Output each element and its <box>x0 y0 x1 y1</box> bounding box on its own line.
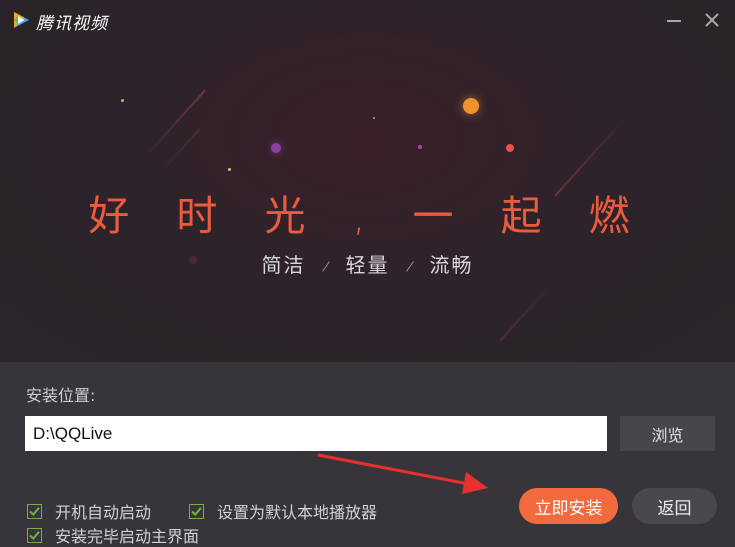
browse-button[interactable]: 浏览 <box>620 416 715 451</box>
title-bar[interactable]: 腾讯视频 <box>0 0 735 40</box>
tagline-separator <box>321 261 330 272</box>
back-button[interactable]: 返回 <box>632 488 717 524</box>
tagline-separator <box>405 261 414 272</box>
checkmark-icon <box>191 506 202 516</box>
decor-dot <box>271 143 281 153</box>
minimize-button[interactable] <box>664 10 684 30</box>
option-autostart[interactable]: 开机自动启动 <box>27 499 151 523</box>
install-location-label: 安装位置: <box>26 386 96 405</box>
launch-after-install-label: 安装完毕启动主界面 <box>55 527 200 546</box>
slogan-text: 好 时 光 , 一 起 燃 <box>88 192 647 240</box>
feature-simple: 简洁 <box>261 253 306 277</box>
checkmark-icon <box>29 530 40 540</box>
option-launch-after-install[interactable]: 安装完毕启动主界面 <box>27 523 199 547</box>
autostart-label: 开机自动启动 <box>55 503 152 522</box>
close-icon <box>705 13 719 27</box>
launch-after-install-checkbox[interactable] <box>27 527 42 543</box>
minimize-icon <box>667 20 681 22</box>
feature-smooth: 流畅 <box>429 253 474 277</box>
checkmark-icon <box>29 506 40 516</box>
decor-dot <box>121 99 124 102</box>
install-path-input[interactable] <box>25 416 607 451</box>
option-default-player[interactable]: 设置为默认本地播放器 <box>189 499 377 523</box>
tencent-video-logo-icon <box>14 12 29 28</box>
decor-dot <box>228 168 231 171</box>
default-player-checkbox[interactable] <box>189 503 204 519</box>
autostart-checkbox[interactable] <box>27 503 42 519</box>
hero-banner: 好 时 光 , 一 起 燃 简洁 轻量 流畅 <box>0 0 735 362</box>
install-now-button[interactable]: 立即安装 <box>519 488 618 524</box>
decor-streak <box>144 89 206 158</box>
decor-dot <box>463 98 479 114</box>
decor-dot <box>373 117 375 119</box>
default-player-label: 设置为默认本地播放器 <box>217 503 378 522</box>
feature-tagline: 简洁 轻量 流畅 <box>0 249 735 278</box>
installer-window: 好 时 光 , 一 起 燃 简洁 轻量 流畅 腾讯视频 安装位置: 浏览 开机自动启… <box>0 0 735 547</box>
app-title: 腾讯视频 <box>36 14 108 34</box>
decor-dot <box>418 145 422 149</box>
decor-dot <box>506 144 514 152</box>
close-button[interactable] <box>702 10 722 30</box>
feature-light: 轻量 <box>345 253 390 277</box>
decor-streak <box>499 280 555 342</box>
